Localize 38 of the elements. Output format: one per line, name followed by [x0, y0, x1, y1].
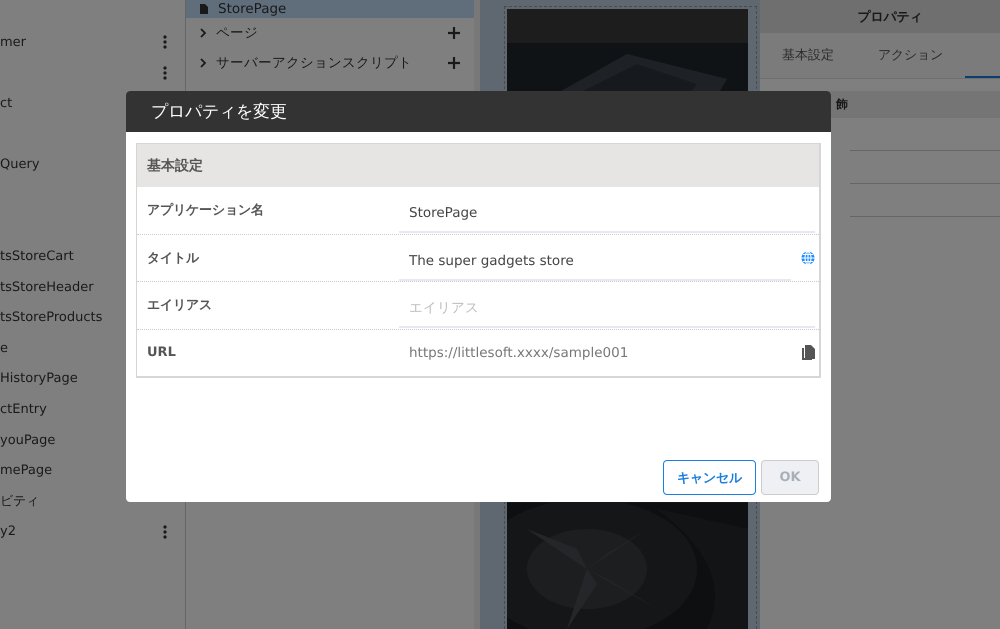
component-name[interactable]: tsStoreCart: [0, 248, 74, 264]
field-label: アプリケーション名: [146, 202, 265, 220]
field-label: エイリアス: [146, 297, 213, 314]
component-name[interactable]: HistoryPage: [0, 371, 78, 386]
component-name[interactable]: tsStoreHeader: [0, 280, 94, 295]
more-icon[interactable]: [163, 524, 167, 539]
cancel-button[interactable]: キャンセル: [663, 460, 756, 495]
component-name[interactable]: Query: [0, 157, 40, 172]
tree-item[interactable]: StorePage: [186, 0, 474, 18]
plus-icon[interactable]: [448, 27, 460, 39]
component-name[interactable]: ct: [0, 96, 12, 111]
globe-icon[interactable]: [801, 250, 815, 265]
section-title: 飾: [836, 96, 848, 113]
page-icon: [200, 4, 208, 14]
field-label: URL: [146, 345, 177, 360]
url-text: https://littlesoft.xxxx/sample001: [408, 344, 630, 361]
field-label: タイトル: [146, 250, 200, 267]
component-name[interactable]: e: [0, 340, 8, 356]
component-name[interactable]: ビティ: [0, 492, 39, 510]
component-name[interactable]: y2: [0, 524, 16, 540]
tab[interactable]: 基本設定: [760, 33, 856, 78]
more-icon[interactable]: [163, 66, 167, 80]
copy-icon[interactable]: [802, 345, 815, 360]
panel-title: プロパティ: [760, 0, 1000, 33]
more-icon[interactable]: [163, 35, 167, 50]
component-name[interactable]: youPage: [0, 432, 56, 448]
dialog-title: プロパティを変更: [126, 91, 831, 132]
tree-item[interactable]: サーバーアクションスクリプト: [186, 48, 474, 78]
component-name[interactable]: mer: [0, 34, 26, 50]
tree-item[interactable]: ページ: [186, 18, 474, 48]
plus-icon[interactable]: [448, 57, 460, 69]
chevron-icon: [200, 58, 206, 68]
component-name[interactable]: tsStoreProducts: [0, 310, 102, 326]
tab[interactable]: アクション: [856, 33, 965, 78]
component-name[interactable]: mePage: [0, 463, 52, 478]
component-name[interactable]: ctEntry: [0, 402, 47, 417]
chevron-icon: [200, 28, 206, 38]
section-header: 基本設定: [137, 144, 819, 187]
